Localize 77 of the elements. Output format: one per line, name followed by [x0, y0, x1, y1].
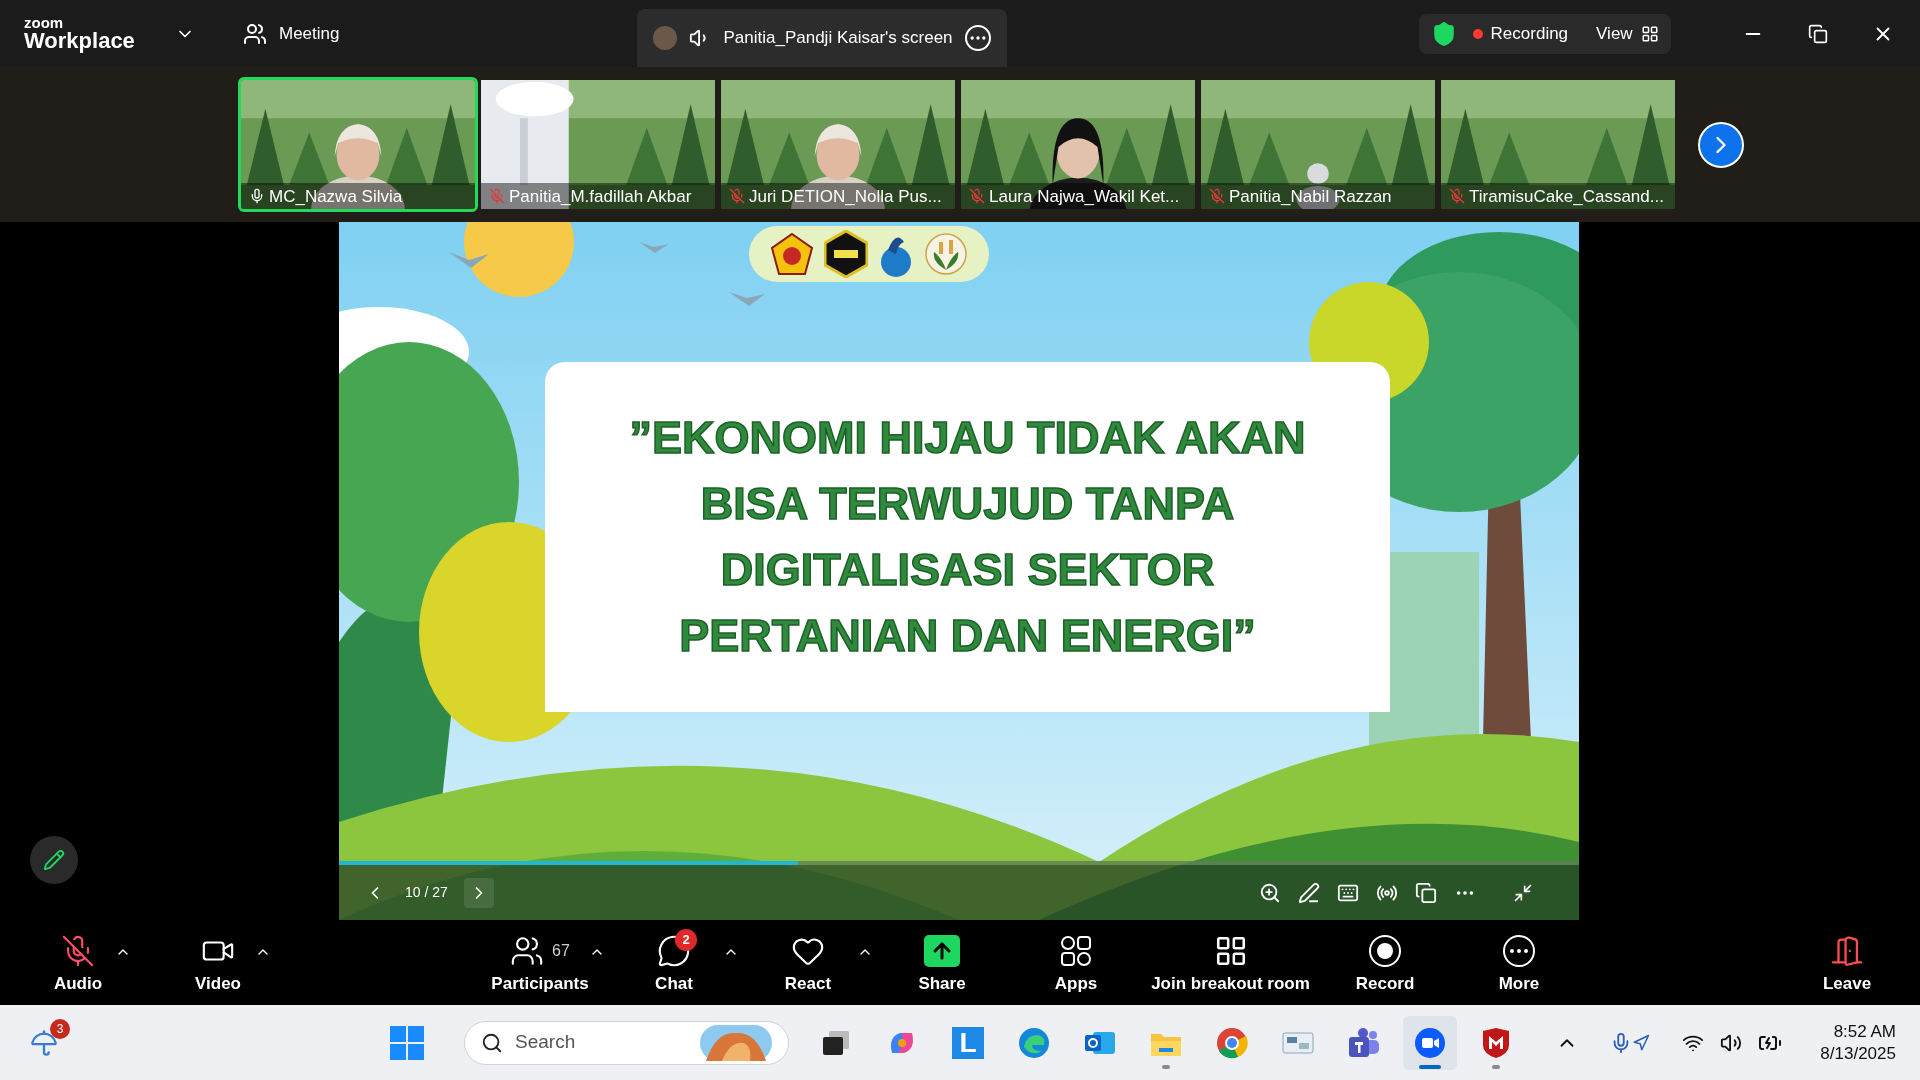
- location-arrow-icon: [1632, 1033, 1651, 1052]
- video-tile[interactable]: TiramisuCake_Cassand...: [1438, 77, 1678, 212]
- windows-start-icon[interactable]: [390, 1025, 424, 1060]
- toolbar-button[interactable]: 2 Chat: [607, 920, 741, 1005]
- brand-label: zoom: [24, 15, 65, 30]
- letter-app-icon: L: [952, 1026, 984, 1059]
- participant-name: Juri DETION_Nolla Pus...: [749, 187, 942, 205]
- browser-ball-icon: [1216, 1026, 1248, 1059]
- toolbar-button[interactable]: Leave: [1792, 920, 1902, 1005]
- record-icon: [1368, 934, 1402, 968]
- exit-fullscreen-icon[interactable]: [1513, 882, 1533, 903]
- toolbar-button[interactable]: Record: [1318, 920, 1452, 1005]
- toolbar-button[interactable]: Video: [163, 920, 273, 1005]
- more-icon[interactable]: [964, 25, 991, 51]
- more-icon: [1502, 934, 1536, 968]
- meeting-menu[interactable]: Meeting: [243, 20, 340, 47]
- toolbar-button[interactable]: 67 Participants: [473, 920, 607, 1005]
- video-tile[interactable]: Panitia_Nabil Razzan: [1198, 77, 1438, 212]
- people-icon: [243, 21, 267, 46]
- quote-line: BISA TERWUJUD TANPA: [700, 477, 1235, 531]
- annotate-button[interactable]: [30, 836, 78, 884]
- toolbar-button[interactable]: Share: [875, 920, 1009, 1005]
- toolbar-button[interactable]: Apps: [1009, 920, 1143, 1005]
- view-button[interactable]: View: [1596, 20, 1659, 47]
- wave-circle-icon: [1018, 1026, 1050, 1059]
- next-page-button[interactable]: [1698, 121, 1744, 168]
- brand-name: Workplace: [24, 30, 136, 52]
- pen-icon[interactable]: [1298, 881, 1320, 904]
- umbrella-icon[interactable]: [30, 1028, 58, 1057]
- chat-bubble-icon: [657, 934, 691, 968]
- notification-badge: 3: [50, 1018, 70, 1039]
- participant-name: Panitia_Nabil Razzan: [1229, 187, 1392, 205]
- video-tile[interactable]: Juri DETION_Nolla Pus...: [718, 77, 958, 212]
- quote-line: PERTANIAN DAN ENERGI”: [679, 609, 1256, 663]
- unread-badge: 2: [675, 929, 697, 951]
- toolbar-button[interactable]: Audio: [23, 920, 133, 1005]
- plant-emblem-icon: [924, 232, 968, 276]
- toolbar-button[interactable]: React: [741, 920, 875, 1005]
- next-slide-button[interactable]: [463, 877, 494, 908]
- running-indicator: [1492, 1064, 1500, 1069]
- video-tile[interactable]: Laura Najwa_Wakil Ket...: [958, 77, 1198, 212]
- people-icon: [510, 934, 545, 968]
- video-tile[interactable]: MC_Nazwa Silvia: [238, 77, 478, 212]
- apps-icon: [1059, 934, 1093, 968]
- participant-count: 67: [552, 941, 570, 961]
- video-tile[interactable]: Panitia_M.fadillah Akbar: [478, 77, 718, 212]
- running-indicator: [1162, 1064, 1170, 1069]
- participant-name: Panitia_M.fadillah Akbar: [509, 187, 692, 205]
- share-tab-label: Panitia_Pandji Kaisar's screen: [723, 27, 953, 50]
- quote-line: DIGITALISASI SEKTOR: [720, 543, 1215, 597]
- participant-name: MC_Nazwa Silvia: [269, 187, 403, 205]
- windows-icon[interactable]: [1415, 881, 1437, 904]
- video-camera-app-icon: [1414, 1026, 1446, 1059]
- toolbar-button[interactable]: Join breakout room: [1143, 920, 1318, 1005]
- participant-name: TiramisuCake_Cassand...: [1469, 187, 1664, 205]
- avatar-icon: [653, 26, 678, 50]
- running-indicator: [1419, 1064, 1441, 1069]
- search-field[interactable]: Search: [464, 1020, 789, 1065]
- share-tab[interactable]: Panitia_Pandji Kaisar's screen: [637, 9, 1007, 67]
- quote-line: ”EKONOMI HIJAU TIDAK AKAN: [629, 411, 1306, 465]
- grid-icon: [1640, 24, 1659, 43]
- team-app-icon: [1347, 1026, 1381, 1059]
- taskbar-app[interactable]: L: [941, 1015, 995, 1070]
- clock-time: 8:52 AM: [1833, 1021, 1896, 1043]
- clock-date: 8/13/2025: [1820, 1042, 1896, 1064]
- pencil-icon: [43, 849, 65, 871]
- recording-label: Recording: [1490, 22, 1569, 45]
- crest-icon: [770, 232, 814, 276]
- participant-name: Laura Najwa_Wakil Ket...: [989, 187, 1180, 205]
- search-icon: [481, 1031, 503, 1054]
- hexagon-emblem-icon: [824, 230, 868, 278]
- restore-icon[interactable]: [1808, 23, 1828, 44]
- exit-door-icon: [1829, 933, 1865, 969]
- shield-icon: [1481, 1026, 1511, 1059]
- toolbar-button[interactable]: More: [1452, 920, 1586, 1005]
- page-counter: 10 / 27: [405, 883, 448, 902]
- zoom-in-icon[interactable]: [1259, 881, 1281, 904]
